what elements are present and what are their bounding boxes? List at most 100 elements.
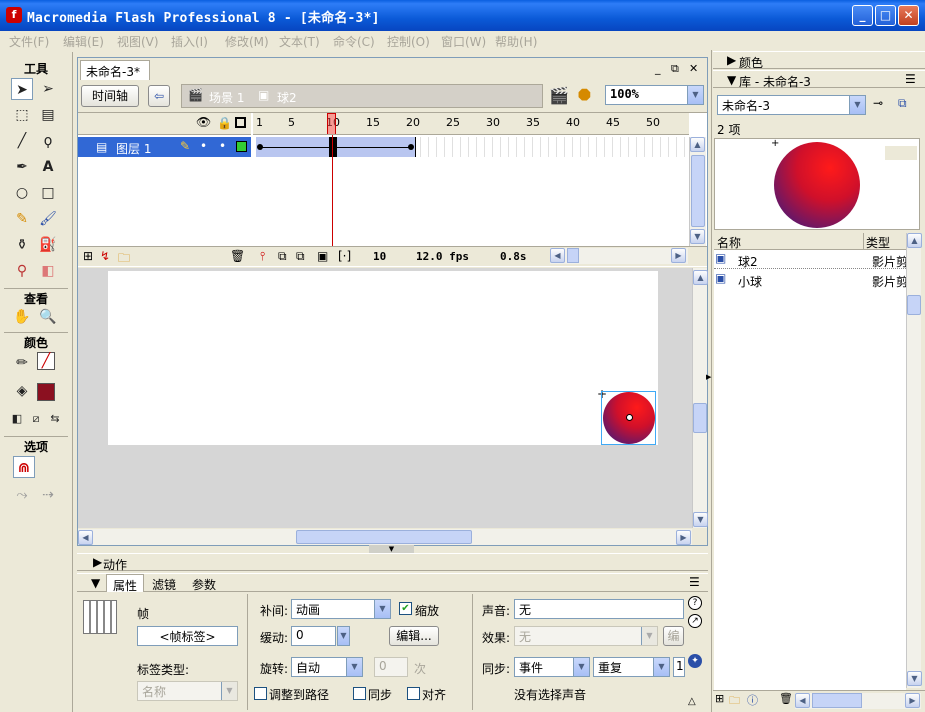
- stage-hscroll[interactable]: ◀ ▶: [78, 529, 692, 545]
- library-options-icon[interactable]: ☰: [905, 72, 916, 86]
- library-item[interactable]: ▣ 球2 影片剪: [714, 251, 906, 269]
- rotate-select[interactable]: 自动 ▼: [291, 657, 363, 677]
- actions-panel-header[interactable]: ▶ 动作: [77, 553, 708, 572]
- help-icon[interactable]: ?: [688, 596, 702, 610]
- lasso-tool-icon[interactable]: ϙ: [37, 130, 59, 152]
- eyedropper-tool-icon[interactable]: ⚲: [11, 260, 33, 282]
- col-name[interactable]: 名称: [717, 234, 741, 251]
- repeat-count-input[interactable]: 1: [673, 657, 685, 677]
- subselection-tool-icon[interactable]: ➢: [37, 78, 59, 100]
- eye-icon[interactable]: 👁: [196, 115, 211, 129]
- stage-vscroll[interactable]: ▲ ▼: [692, 268, 708, 528]
- doc-close-icon[interactable]: ✕: [689, 62, 698, 75]
- rectangle-tool-icon[interactable]: □: [37, 182, 59, 204]
- transform-point[interactable]: [626, 414, 633, 421]
- onion-outlines-icon[interactable]: ⧉: [296, 249, 305, 264]
- pencil-tool-icon[interactable]: ✎: [11, 208, 33, 230]
- new-symbol-icon[interactable]: ⊞: [715, 692, 724, 705]
- effect-edit-button[interactable]: 编辑: [663, 626, 684, 646]
- eraser-tool-icon[interactable]: ◧: [37, 260, 59, 282]
- ball-instance-bbox[interactable]: [601, 391, 656, 445]
- sync-checkbox[interactable]: [353, 687, 366, 700]
- back-arrow-icon[interactable]: ⇦: [148, 85, 170, 107]
- menu-control[interactable]: 控制(O): [387, 33, 430, 50]
- sound-select[interactable]: 无: [514, 599, 684, 619]
- snap-checkbox[interactable]: [407, 687, 420, 700]
- line-tool-icon[interactable]: ╱: [11, 130, 33, 152]
- frame-label-input[interactable]: <帧标签>: [137, 626, 238, 646]
- outline-icon[interactable]: [235, 117, 246, 128]
- straighten-icon[interactable]: ⇢: [37, 484, 59, 506]
- stroke-color-icon[interactable]: ✏: [11, 352, 33, 374]
- menu-edit[interactable]: 编辑(E): [63, 33, 104, 50]
- selection-tool-icon[interactable]: ➤: [11, 78, 33, 100]
- timeline-vscroll[interactable]: ▲ ▼: [689, 137, 706, 246]
- edit-ease-button[interactable]: 编辑...: [389, 626, 439, 646]
- library-hscroll[interactable]: ◀ ▶: [795, 693, 921, 709]
- lock-icon[interactable]: 🔒: [217, 116, 232, 130]
- fill-color-icon[interactable]: ◈: [11, 380, 33, 402]
- document-tab[interactable]: 未命名-3*: [80, 60, 150, 80]
- menu-file[interactable]: 文件(F): [9, 33, 49, 50]
- label-type-select[interactable]: 名称 ▼: [137, 681, 238, 701]
- ease-input[interactable]: 0: [291, 626, 336, 646]
- symbol-breadcrumb[interactable]: 球2: [277, 89, 297, 106]
- properties-icon[interactable]: ⓘ: [747, 692, 758, 708]
- rotate-times-input[interactable]: 0: [374, 657, 408, 677]
- collapse-up-icon[interactable]: △: [688, 696, 696, 707]
- paint-bucket-tool-icon[interactable]: ⛽: [37, 234, 59, 256]
- doc-minimize-icon[interactable]: _: [655, 62, 661, 75]
- lock-dot-icon[interactable]: •: [219, 139, 226, 153]
- close-button[interactable]: ✕: [898, 5, 919, 26]
- delete-icon[interactable]: 🗑: [779, 692, 793, 705]
- orient-to-path-checkbox[interactable]: [254, 687, 267, 700]
- preview-controls[interactable]: [885, 146, 917, 160]
- library-vscroll[interactable]: ▲ ▼: [906, 233, 922, 688]
- timeline-hscroll[interactable]: ◀ ▶: [550, 248, 688, 264]
- col-type[interactable]: 类型: [866, 234, 890, 251]
- snap-magnet-icon[interactable]: ⋒: [13, 456, 35, 478]
- hand-tool-icon[interactable]: ✋: [11, 306, 33, 328]
- library-panel-header[interactable]: ▼ 库 - 未命名-3 ☰: [713, 70, 925, 89]
- keyframe[interactable]: [329, 137, 337, 157]
- center-frame-icon[interactable]: ⫯: [260, 249, 265, 264]
- color-panel-header[interactable]: ▶ 颜色: [713, 51, 925, 70]
- minimize-button[interactable]: _: [852, 5, 873, 26]
- playhead[interactable]: [327, 113, 336, 134]
- zoom-tool-icon[interactable]: 🔍: [37, 306, 59, 328]
- frame-ruler[interactable]: 1 5 10 15 20 25 30 35 40 45 50: [253, 113, 689, 135]
- edit-scene-icon[interactable]: 🎬: [549, 86, 569, 105]
- maximize-button[interactable]: □: [875, 5, 896, 26]
- visible-dot-icon[interactable]: •: [200, 139, 207, 153]
- effect-select[interactable]: 无 ▼: [514, 626, 658, 646]
- panel-collapse-icon[interactable]: ▼: [369, 545, 414, 553]
- menu-commands[interactable]: 命令(C): [333, 33, 375, 50]
- doc-restore-icon[interactable]: ⧉: [671, 62, 679, 76]
- new-library-panel-icon[interactable]: ⧉: [898, 96, 907, 111]
- stroke-color-swatch[interactable]: ╱: [37, 352, 55, 370]
- fill-color-swatch[interactable]: [37, 383, 55, 401]
- menu-window[interactable]: 窗口(W): [441, 33, 486, 50]
- keyframe[interactable]: [257, 144, 263, 150]
- insert-folder-icon[interactable]: 🗀: [118, 249, 130, 270]
- zoom-select[interactable]: 100% ▼: [605, 85, 704, 105]
- insert-layer-icon[interactable]: ⊞: [83, 249, 93, 263]
- delete-layer-icon[interactable]: 🗑: [230, 249, 245, 263]
- accessibility-icon[interactable]: ✦: [688, 654, 702, 668]
- swap-colors-icon[interactable]: ⇆: [44, 408, 66, 430]
- scale-checkbox[interactable]: ✔: [399, 602, 412, 615]
- brush-tool-icon[interactable]: 🖌: [37, 208, 59, 230]
- tab-properties[interactable]: 属性: [106, 574, 145, 593]
- library-document-select[interactable]: 未命名-3 ▼: [717, 95, 866, 115]
- timeline-toggle-button[interactable]: 时间轴: [81, 85, 139, 107]
- ink-bottle-tool-icon[interactable]: ⚱: [11, 234, 33, 256]
- panel-options-icon[interactable]: ☰: [689, 575, 700, 589]
- layer-outline-color[interactable]: [236, 141, 247, 152]
- new-folder-icon[interactable]: 🗀: [729, 692, 740, 711]
- frame-track[interactable]: [253, 137, 689, 157]
- layer-row[interactable]: ▤ 图层 1 ✎ • •: [78, 137, 251, 157]
- menu-view[interactable]: 视图(V): [117, 33, 159, 50]
- sync-event-select[interactable]: 事件 ▼: [514, 657, 590, 677]
- menu-help[interactable]: 帮助(H): [495, 33, 537, 50]
- tab-filters[interactable]: 滤镜: [152, 576, 176, 593]
